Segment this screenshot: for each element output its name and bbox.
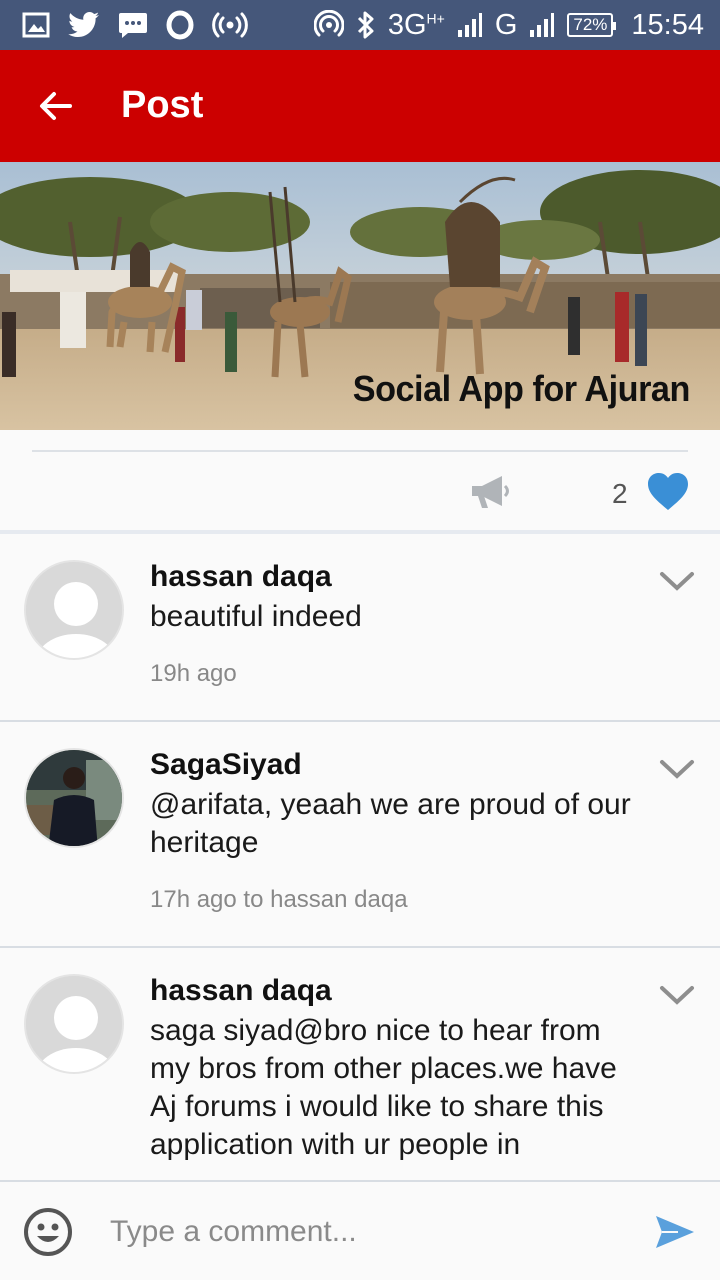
comment-menu-button[interactable] [656, 566, 698, 596]
image-icon [22, 12, 50, 38]
send-icon [656, 1216, 694, 1248]
comment-composer [0, 1180, 720, 1280]
signal-icon [457, 12, 483, 38]
post-action-row: 2 [0, 430, 720, 534]
comment-item: hassan daqa beautiful indeed 19h ago [0, 534, 720, 722]
comment-author[interactable]: SagaSiyad [150, 746, 640, 784]
avatar[interactable] [24, 974, 124, 1074]
like-button[interactable] [646, 472, 690, 512]
comment-text: @arifata, yeaah we are proud of our heri… [150, 788, 631, 859]
smiley-icon [24, 1208, 72, 1256]
like-count: 2 [612, 478, 628, 509]
signal-bars-icon [529, 12, 555, 38]
avatar[interactable] [24, 560, 124, 660]
send-button[interactable] [654, 1212, 696, 1252]
message-icon [118, 11, 148, 39]
hotspot-icon [313, 10, 344, 40]
arrow-left-icon [40, 92, 72, 120]
page-title: Post [121, 84, 204, 126]
chevron-down-icon [660, 986, 694, 1005]
back-button[interactable] [28, 78, 84, 134]
post-banner-image[interactable]: Social App for Ajuran [0, 162, 720, 430]
comments-list[interactable]: hassan daqa beautiful indeed 19h ago Sag… [0, 534, 720, 1180]
chevron-down-icon [660, 760, 694, 779]
network-label: 3GH+ [387, 8, 445, 41]
megaphone-icon [472, 476, 509, 508]
comment-author[interactable]: hassan daqa [150, 558, 640, 596]
avatar[interactable] [24, 748, 124, 848]
twitter-icon [68, 11, 100, 39]
comment-input[interactable] [110, 1204, 630, 1260]
share-button[interactable] [468, 474, 512, 510]
comment-text: saga siyad@bro nice to hear from my bros… [150, 1014, 617, 1161]
opera-icon [166, 10, 194, 40]
comment-timestamp: 19h ago [150, 660, 237, 687]
clock: 15:54 [631, 8, 704, 41]
banner-caption: Social App for Ajuran [352, 368, 691, 409]
heart-icon [648, 473, 688, 510]
network2-label: G [494, 8, 518, 41]
comment-text: beautiful indeed [150, 600, 362, 633]
comment-item: hassan daqa saga siyad@bro nice to hear … [0, 948, 720, 1180]
comment-timestamp: 17h ago to hassan daqa [150, 886, 408, 913]
wireless-icon [212, 11, 248, 39]
divider [32, 450, 688, 452]
emoji-button[interactable] [22, 1206, 74, 1258]
comment-author[interactable]: hassan daqa [150, 972, 640, 1010]
bluetooth-icon [356, 10, 376, 40]
chevron-down-icon [660, 572, 694, 591]
comment-menu-button[interactable] [656, 980, 698, 1010]
status-bar: 3GH+ G 72% 15:54 [0, 0, 720, 50]
battery-indicator: 72% [567, 13, 617, 37]
comment-item: SagaSiyad @arifata, yeaah we are proud o… [0, 722, 720, 948]
comment-menu-button[interactable] [656, 754, 698, 784]
app-bar: Post [0, 50, 720, 162]
